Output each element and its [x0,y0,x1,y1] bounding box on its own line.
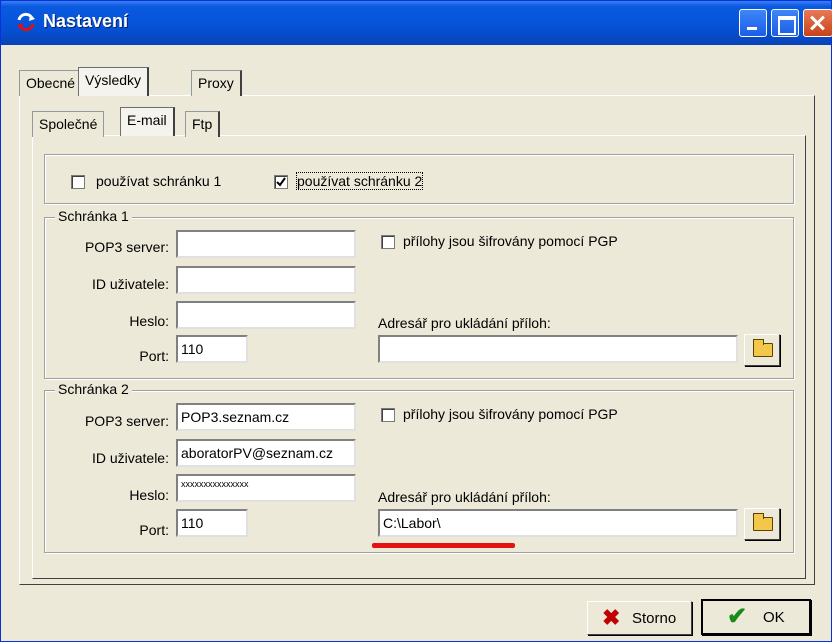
tab-ftp[interactable]: Ftp [185,111,221,137]
tab-email[interactable]: E-mail [120,107,175,136]
mailbox2-pgp-checkbox[interactable] [381,408,395,422]
mailbox2-user-input[interactable]: aboratorPV@seznam.cz [176,439,356,467]
mailbox1-password-label: Heslo: [129,313,169,329]
ok-button-label: OK [763,609,785,626]
mailbox2-browse-button[interactable] [744,508,780,540]
title-bar[interactable]: Nastavení [1,1,832,45]
close-button[interactable] [803,9,832,37]
use-mailbox1-checkbox[interactable] [71,175,85,189]
settings-dialog: Nastavení Obecné Proxy Výsledky Společné… [0,0,832,642]
mailbox1-pgp-checkbox[interactable] [381,235,395,249]
mailbox1-pop3-label: POP3 server: [84,239,169,255]
mailbox2-password-label: Heslo: [129,487,169,503]
mailbox2-pop3-input[interactable]: POP3.seznam.cz [176,403,356,431]
mailbox1-legend: Schránka 1 [55,208,132,224]
maximize-button[interactable] [771,9,799,37]
checkmark-icon [276,177,286,187]
app-refresh-icon [17,12,35,32]
use-mailbox1-label[interactable]: používat schránku 1 [96,173,221,189]
mailbox2-port-label: Port: [139,522,169,538]
cancel-button-label: Storno [632,610,677,627]
ok-button[interactable]: ✔ OK [701,599,811,635]
mailbox1-user-label: ID uživatele: [91,276,169,292]
mailbox1-browse-button[interactable] [744,334,780,366]
cancel-button[interactable]: ✖ Storno [587,601,692,635]
open-folder-icon [753,513,773,531]
open-folder-icon [753,339,773,357]
mailbox1-pop3-input[interactable] [176,230,356,258]
x-mark-icon: ✖ [602,605,621,630]
mailbox2-user-label: ID uživatele: [91,450,169,466]
mailbox2-legend: Schránka 2 [55,381,132,397]
mailbox2-port-input[interactable]: 110 [176,509,248,537]
tab-obecne[interactable]: Obecné [19,70,83,96]
mailbox1-user-input[interactable] [176,266,356,294]
mailbox2-attach-dir-input[interactable]: C:\Labor\ [378,509,738,537]
mailbox2-pgp-label[interactable]: přílohy jsou šifrovány pomocí PGP [403,406,618,422]
mailbox1-attach-dir-label: Adresář pro ukládání příloh: [378,315,551,331]
mailbox2-attach-dir-label: Adresář pro ukládání příloh: [378,489,551,505]
tab-proxy[interactable]: Proxy [191,70,242,96]
mailbox1-pgp-label[interactable]: přílohy jsou šifrovány pomocí PGP [403,233,618,249]
use-mailbox2-label[interactable]: používat schránku 2 [295,172,424,190]
mailbox1-attach-dir-input[interactable] [378,335,738,363]
mailbox1-password-input[interactable] [176,301,356,329]
tab-vysledky[interactable]: Výsledky [78,67,150,96]
window-title: Nastavení [43,11,129,31]
mailbox2-password-input[interactable]: xxxxxxxxxxxxxxx [176,474,356,502]
check-mark-icon: ✔ [727,603,748,630]
use-mailbox2-checkbox[interactable] [274,175,288,189]
mailbox1-port-input[interactable]: 110 [176,335,248,363]
highlight-underline [372,543,515,548]
minimize-button[interactable] [739,9,767,37]
tab-spolecne[interactable]: Společné [32,111,105,137]
mailbox1-port-label: Port: [139,348,169,364]
mailbox2-pop3-label: POP3 server: [84,413,169,429]
